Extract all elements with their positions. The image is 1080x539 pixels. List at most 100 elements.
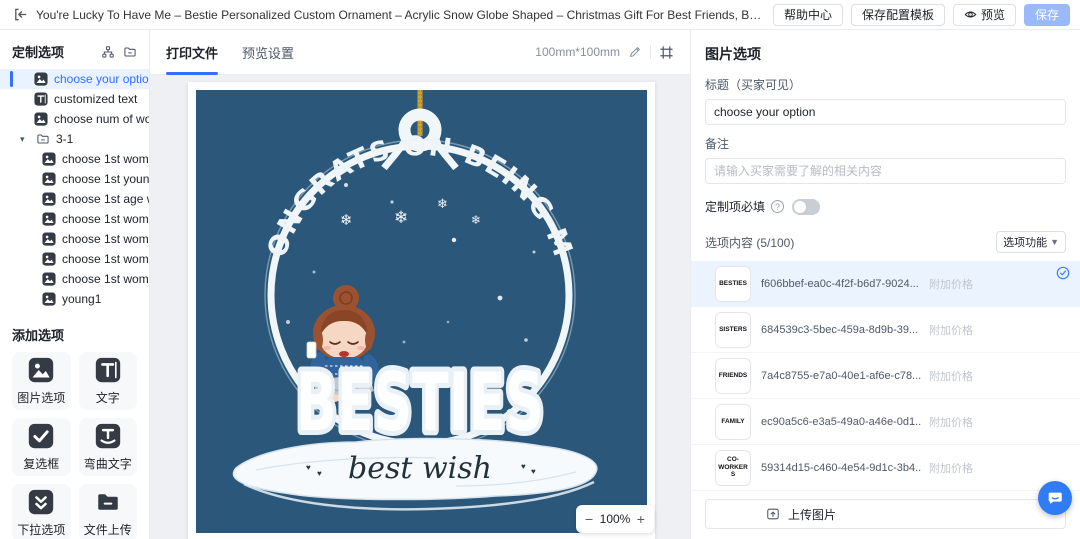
sidebar-item-child[interactable]: choose 1st women ... [0, 149, 149, 169]
option-id: f606bbef-ea0c-4f2f-b6d7-9024... [761, 277, 919, 290]
option-function-dropdown[interactable]: 选项功能 ▼ [996, 231, 1066, 253]
svg-text:BESTIES: BESTIES [296, 356, 544, 449]
sidebar-item-child[interactable]: choose 1st women ... [0, 269, 149, 289]
save-button[interactable]: 保存 [1023, 3, 1070, 26]
zoom-out-button[interactable]: − [585, 511, 593, 527]
option-id: ec90a5c6-e3a5-49a0-a46e-0d1... [761, 415, 921, 428]
image-option-icon [42, 192, 56, 206]
fit-frame-icon[interactable] [659, 45, 674, 60]
svg-text:❄: ❄ [437, 197, 448, 212]
svg-text:♥: ♥ [521, 462, 526, 471]
zoom-level: 100% [599, 512, 631, 526]
customizer-app: You're Lucky To Have Me – Bestie Persona… [0, 0, 1080, 539]
tile-dropdown[interactable]: 下拉选项 [12, 484, 71, 539]
option-row-sisters[interactable]: SISTERS 684539c3-5bec-459a-8d9b-39... 附加… [691, 307, 1080, 353]
chat-support-button[interactable] [1038, 481, 1072, 515]
required-toggle[interactable] [792, 198, 821, 215]
sidebar-item-child[interactable]: choose 1st women ... [0, 229, 149, 249]
tile-checkbox[interactable]: 复选框 [12, 418, 71, 476]
preview-label: 预览 [980, 8, 1005, 22]
tile-file-upload[interactable]: 文件上传 [78, 484, 137, 539]
image-option-icon [42, 172, 56, 186]
option-id: 7a4c8755-e7a0-40e1-af6e-c78... [761, 369, 921, 382]
sidebar-item-label: customized text [54, 92, 138, 106]
title-input[interactable] [705, 99, 1066, 125]
add-option-tiles: 图片选项 文字 复选框 弯曲文字 下拉选项 文件上传 [0, 352, 149, 539]
sidebar-item-choose-your-option[interactable]: choose your option [0, 69, 149, 89]
back-icon [14, 8, 26, 21]
option-price-link[interactable]: 附加价格 [929, 322, 973, 338]
option-id: 59314d15-c460-4e54-9d1c-3b4... [761, 461, 921, 474]
sidebar-item-label: choose 1st young ... [62, 172, 150, 186]
sidebar-item-label: choose 1st women ... [62, 252, 149, 266]
svg-text:♥: ♥ [317, 469, 322, 478]
sitemap-icon[interactable] [101, 45, 115, 59]
preview-button[interactable]: 预览 [952, 3, 1016, 26]
save-template-button[interactable]: 保存配置模板 [850, 3, 945, 26]
image-option-icon [42, 232, 56, 246]
tab-preview-settings[interactable]: 预览设置 [242, 30, 294, 75]
tile-curved-text[interactable]: 弯曲文字 [78, 418, 137, 476]
back-button[interactable] [10, 5, 30, 25]
help-icon[interactable]: ? [771, 200, 785, 213]
upload-image-button[interactable]: 上传图片 [705, 499, 1066, 529]
top-bar: You're Lucky To Have Me – Bestie Persona… [0, 0, 1080, 30]
zoom-in-button[interactable]: + [637, 511, 645, 527]
option-row-friends[interactable]: FRIENDS 7a4c8755-e7a0-40e1-af6e-c78... 附… [691, 353, 1080, 399]
option-thumbnail: FRIENDS [715, 357, 751, 394]
zoom-control: − 100% + [576, 505, 654, 533]
option-row-coworkers[interactable]: CO-WORKERS 59314d15-c460-4e54-9d1c-3b4..… [691, 445, 1080, 491]
sidebar-item-label: choose num of women [54, 112, 150, 126]
note-field-label: 备注 [705, 137, 730, 151]
option-price-link[interactable]: 附加价格 [929, 460, 973, 476]
option-thumbnail: BESTIES [715, 265, 751, 302]
tile-label: 文件上传 [83, 522, 132, 537]
note-input[interactable] [705, 158, 1066, 184]
image-option-icon [42, 272, 56, 286]
tile-label: 文字 [95, 390, 120, 405]
folder-icon[interactable] [123, 45, 137, 59]
tab-print-file[interactable]: 打印文件 [166, 30, 219, 75]
svg-text:❄: ❄ [394, 208, 408, 228]
tile-label: 下拉选项 [17, 522, 66, 537]
sidebar-group-label: 3-1 [56, 132, 74, 146]
add-options-title: 添加选项 [12, 328, 65, 343]
tile-image-option[interactable]: 图片选项 [12, 352, 71, 410]
main-area: 定制选项 choose your option customized text … [0, 30, 1080, 539]
sub-text: best wish [348, 451, 492, 486]
option-row-besties[interactable]: BESTIES f606bbef-ea0c-4f2f-b6d7-9024... … [691, 261, 1080, 307]
option-price-link[interactable]: 附加价格 [929, 368, 973, 384]
option-price-link[interactable]: 附加价格 [929, 276, 973, 292]
check-circle-icon [1056, 266, 1070, 280]
edit-size-icon[interactable] [628, 45, 642, 59]
sidebar-item-young1[interactable]: young1 [0, 289, 149, 309]
option-row-family[interactable]: FAMILY ec90a5c6-e3a5-49a0-a46e-0d1... 附加… [691, 399, 1080, 445]
image-option-icon [34, 112, 48, 126]
svg-text:♥: ♥ [306, 463, 311, 472]
image-option-icon [34, 72, 48, 86]
option-id: 684539c3-5bec-459a-8d9b-39... [761, 323, 919, 336]
help-center-button[interactable]: 帮助中心 [772, 3, 843, 26]
tile-label: 复选框 [23, 456, 60, 471]
option-price-link[interactable]: 附加价格 [929, 414, 973, 430]
tile-label: 弯曲文字 [83, 456, 132, 471]
caret-down-icon[interactable]: ▾ [20, 134, 30, 145]
option-thumbnail: FAMILY [715, 403, 751, 440]
sidebar-item-label: choose 1st age wo... [62, 192, 149, 206]
design-canvas[interactable]: CONGRATS ON BEING MY ❄ ❄ ❄ ❄ [188, 82, 655, 539]
folder-icon [37, 134, 49, 144]
sidebar-item-customized-text[interactable]: customized text [0, 89, 149, 109]
right-panel: 图片选项 标题（买家可见） 备注 定制项必填 ? 选项内容 (5/100) 选项… [690, 30, 1080, 539]
sidebar-item-child[interactable]: choose 1st young ... [0, 169, 149, 189]
sidebar-item-label: choose 1st women ... [62, 152, 149, 166]
file-upload-icon [96, 492, 119, 511]
sidebar-item-label: choose your option [54, 72, 150, 86]
sidebar-item-child[interactable]: choose 1st women ... [0, 209, 149, 229]
topbar-actions: 帮助中心 保存配置模板 预览 保存 [772, 3, 1070, 26]
sidebar-item-child[interactable]: choose 1st age wo... [0, 189, 149, 209]
tile-text[interactable]: 文字 [78, 352, 137, 410]
sidebar-item-choose-num-of-women[interactable]: choose num of women [0, 109, 149, 129]
canvas-size-label: 100mm*100mm [535, 45, 620, 59]
sidebar-group-3-1[interactable]: ▾ 3-1 [0, 129, 149, 149]
sidebar-item-child[interactable]: choose 1st women ... [0, 249, 149, 269]
